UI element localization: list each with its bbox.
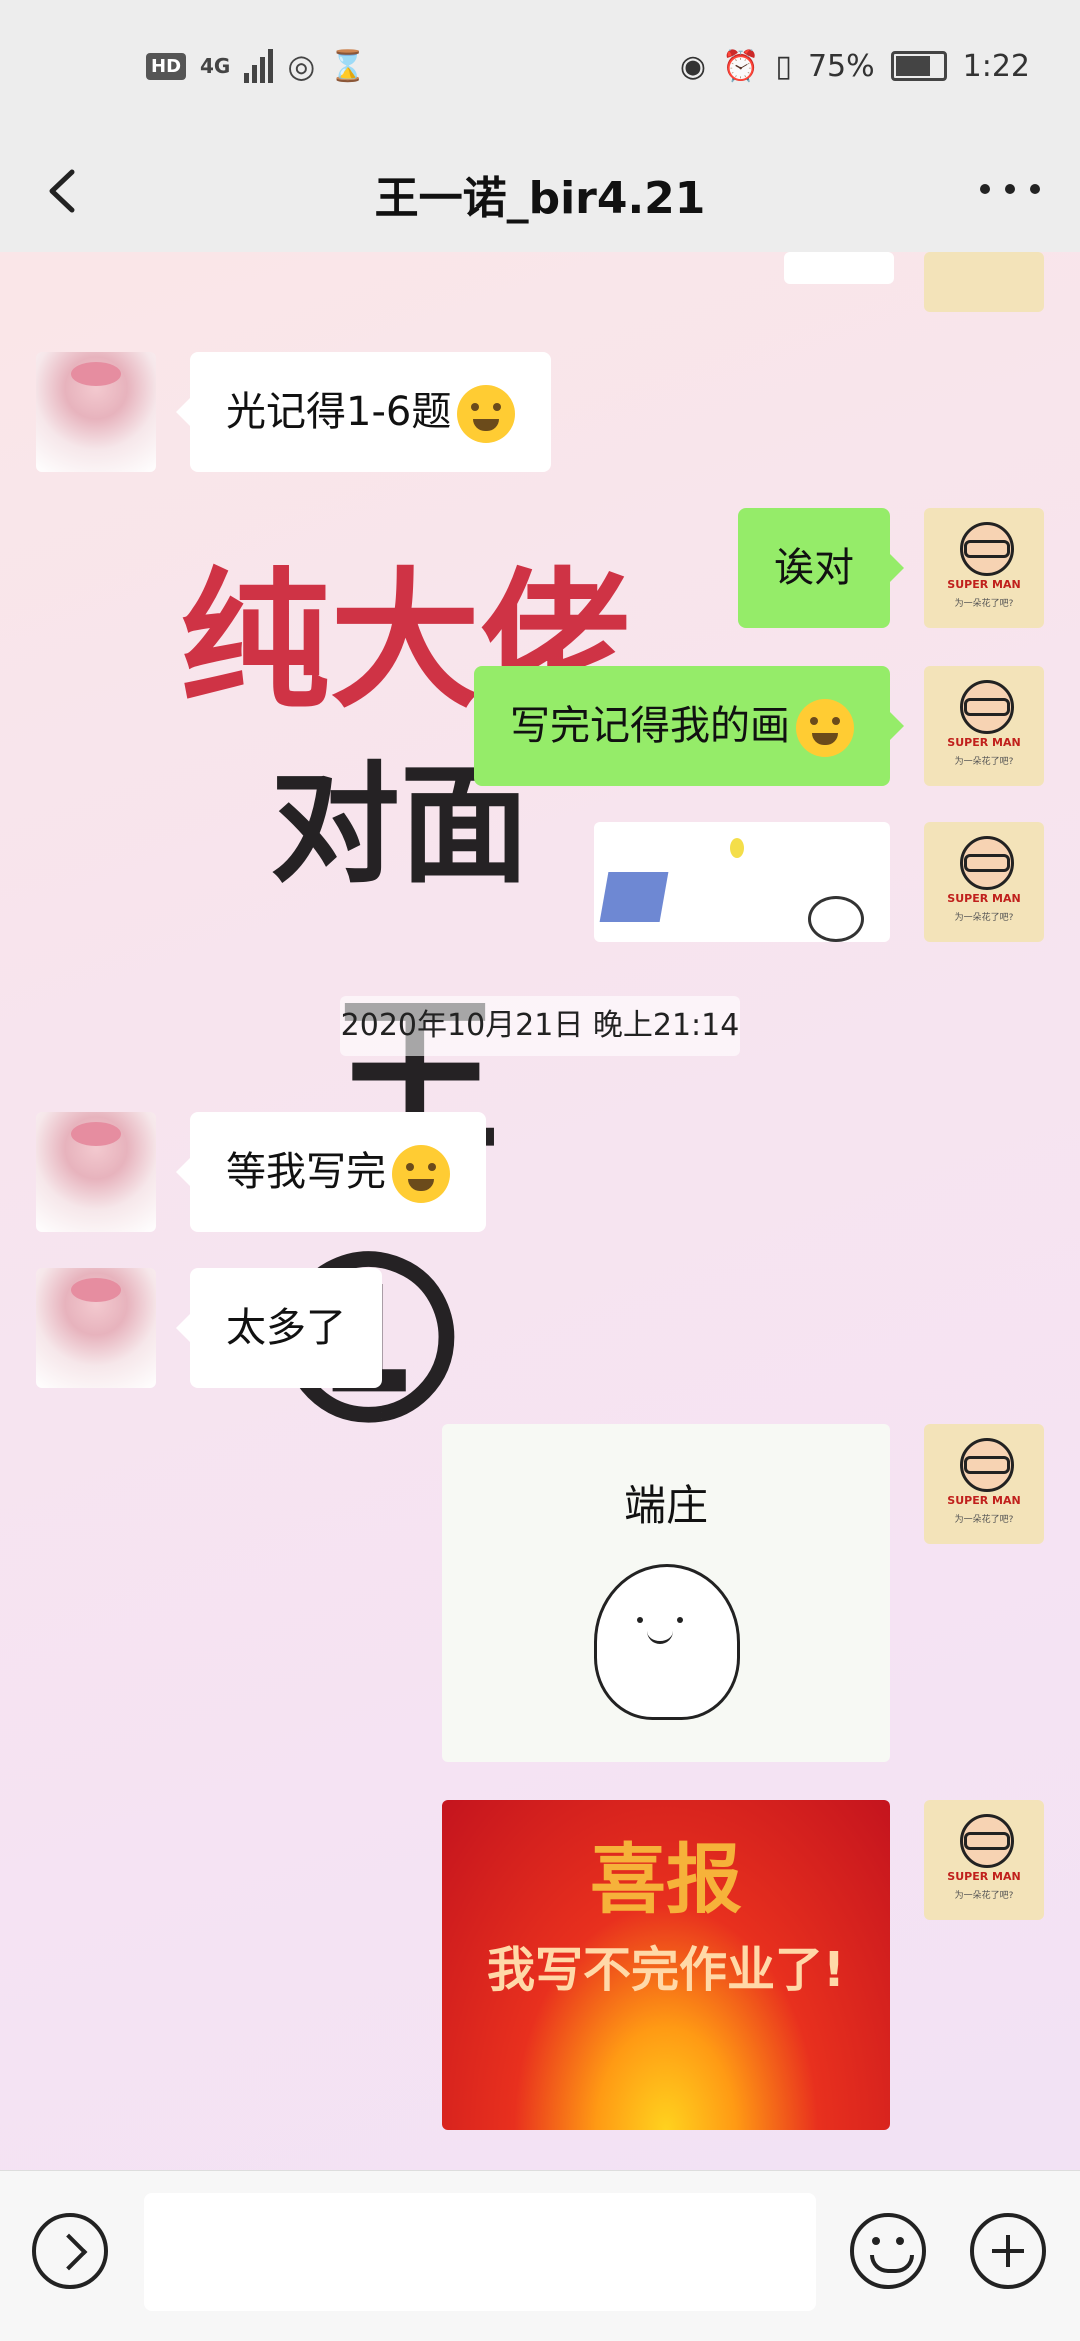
smiley-doodle-icon [808,896,864,942]
message-input[interactable] [144,2193,816,2311]
avatar[interactable]: SUPER MAN 为一朵花了吧? [924,1424,1044,1544]
chat-title: 王一诺_bir4.21 [374,173,706,224]
good-news-sticker-message[interactable]: 喜报 我写不完作业了! [442,1800,890,2130]
chat-header: 王一诺_bir4.21 [0,132,1080,252]
message-bubble[interactable]: 太多了 [176,1268,382,1388]
message-bubble[interactable]: 写完记得我的画 [474,666,904,786]
status-left-group: HD 4G ◎ ⌛ [146,44,367,88]
balloon-icon [730,838,744,858]
more-dots-icon[interactable] [980,174,1040,204]
message-bubble[interactable]: 诶对 [738,508,904,628]
avatar[interactable] [36,1112,156,1232]
emoji-picker-icon[interactable] [850,2213,926,2289]
message-text: 写完记得我的画 [510,703,790,749]
avatar[interactable]: SUPER MAN 为一朵花了吧? [924,1800,1044,1920]
dizzy-face-emoji-icon [796,699,854,757]
avatar[interactable]: SUPER MAN 为一朵花了吧? [924,822,1044,942]
status-bar: HD 4G ◎ ⌛ ◉ ⏰ ▯ 75% 1:22 [0,0,1080,132]
avatar[interactable] [36,352,156,472]
message-text: 等我写完 [226,1149,386,1195]
avatar[interactable]: SUPER MAN 为一朵花了吧? [924,666,1044,786]
timestamp-divider: 2020年10月21日 晚上21:14 [340,996,740,1056]
avatar[interactable] [36,1268,156,1388]
hourglass-icon: ⌛ [329,48,367,84]
sticker-message[interactable]: 端庄 [442,1424,890,1762]
pen-drawing-icon [599,872,669,922]
hd-badge: HD [146,52,187,80]
hotspot-icon: ◎ [287,47,316,85]
facepalm-emoji-icon [392,1145,450,1203]
input-bar [0,2170,1080,2341]
sticker-subline: 我写不完作业了! [487,1942,845,1998]
avatar[interactable] [924,252,1044,312]
image-message-partial[interactable] [784,252,894,284]
network-label: 4G [200,54,231,78]
battery-icon [890,51,947,81]
alarm-icon: ⏰ [722,48,760,84]
clock-time: 1:22 [962,48,1030,84]
avatar[interactable]: SUPER MAN 为一朵花了吧? [924,508,1044,628]
message-text: 光记得1-6题 [226,389,452,435]
drawing-image-message[interactable] [594,822,890,942]
ghost-character-icon [594,1564,740,1720]
battery-percent: 75% [807,48,875,84]
message-bubble[interactable]: 光记得1-6题 [175,352,552,472]
message-bubble[interactable]: 等我写完 [176,1112,486,1232]
eye-icon: ◉ [679,48,707,84]
signal-icon [244,49,274,83]
plus-icon[interactable] [970,2213,1046,2289]
voice-input-icon[interactable] [32,2213,108,2289]
vibrate-icon: ▯ [775,48,792,84]
sticker-headline: 喜报 [590,1835,742,1924]
facepalm-emoji-icon [457,385,516,443]
sticker-caption: 端庄 [623,1481,708,1530]
message-text: 诶对 [774,545,854,591]
message-text: 太多了 [226,1305,346,1351]
status-right-group: ◉ ⏰ ▯ 75% 1:22 [680,44,1030,88]
